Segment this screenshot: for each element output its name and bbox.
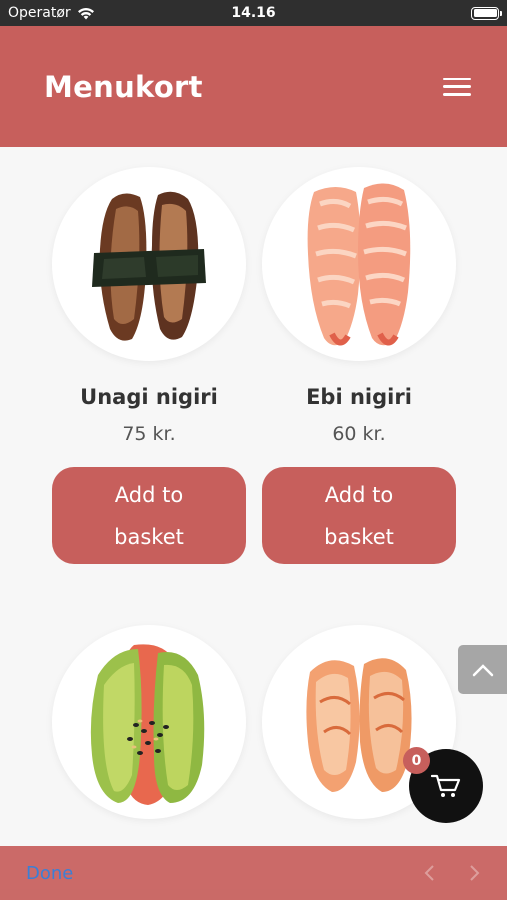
scroll-to-top-button[interactable] bbox=[458, 645, 507, 694]
product-card-ebi: Ebi nigiri 60 kr. Add to basket bbox=[262, 167, 456, 564]
product-list[interactable]: Unagi nigiri 75 kr. Add to basket Ebi ni… bbox=[0, 147, 507, 846]
product-price: 60 kr. bbox=[332, 423, 386, 445]
done-button[interactable]: Done bbox=[26, 863, 73, 884]
app-header: Menukort bbox=[0, 26, 507, 147]
product-name: Ebi nigiri bbox=[306, 385, 412, 409]
add-to-basket-button[interactable]: Add to basket bbox=[52, 467, 246, 564]
product-image-unagi bbox=[52, 167, 246, 361]
add-to-basket-button[interactable]: Add to basket bbox=[262, 467, 456, 564]
cart-button[interactable]: 0 bbox=[403, 747, 483, 823]
ebi-nigiri-image bbox=[307, 183, 411, 346]
hamburger-menu-icon[interactable] bbox=[443, 75, 471, 99]
product-card-unagi: Unagi nigiri 75 kr. Add to basket bbox=[52, 167, 246, 564]
status-left: Operatør bbox=[8, 5, 95, 21]
wifi-icon bbox=[77, 7, 94, 19]
battery-level bbox=[473, 9, 497, 17]
keyboard-toolbar: Done bbox=[0, 846, 507, 900]
unagi-nigiri-image bbox=[92, 191, 206, 341]
product-name: Unagi nigiri bbox=[80, 385, 218, 409]
avocado-nigiri-image bbox=[90, 643, 205, 805]
chevron-right-icon[interactable] bbox=[469, 864, 481, 882]
product-price: 75 kr. bbox=[122, 423, 176, 445]
menu-line bbox=[443, 77, 471, 80]
shopping-cart-icon bbox=[431, 774, 461, 797]
cart-count-badge: 0 bbox=[403, 747, 430, 774]
status-bar: Operatør 14.16 bbox=[0, 0, 507, 26]
menu-line bbox=[443, 85, 471, 88]
chevron-up-icon bbox=[472, 663, 493, 676]
carrier-label: Operatør bbox=[8, 5, 71, 21]
menu-line bbox=[443, 93, 471, 96]
toolbar-arrows bbox=[423, 864, 481, 882]
status-right bbox=[471, 6, 502, 20]
page-title: Menukort bbox=[44, 69, 203, 104]
chevron-left-icon[interactable] bbox=[423, 864, 435, 882]
product-image-ebi bbox=[262, 167, 456, 361]
battery-icon bbox=[471, 6, 502, 20]
product-image-avocado bbox=[52, 625, 246, 819]
product-card-3 bbox=[52, 625, 246, 843]
